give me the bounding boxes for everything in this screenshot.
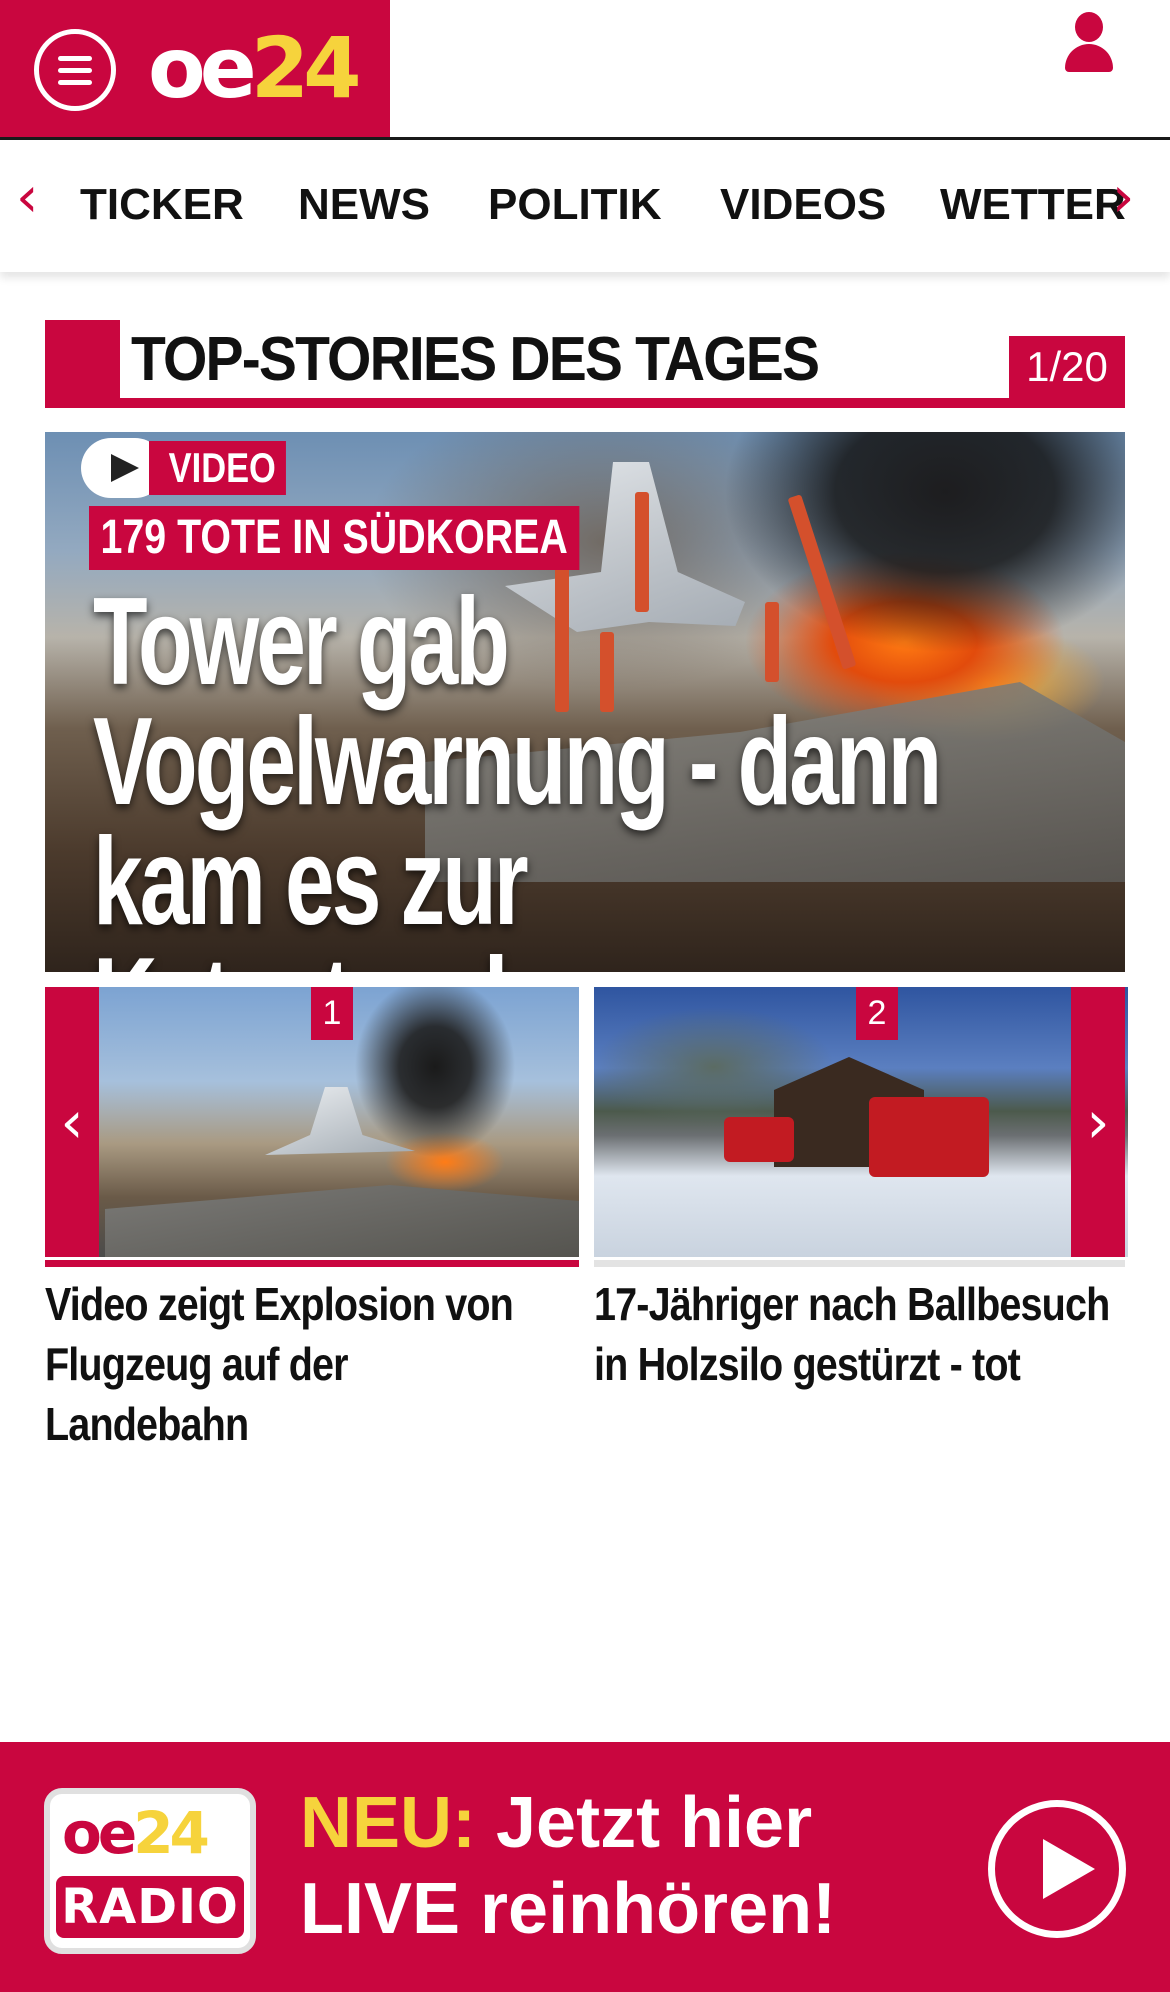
story-image-rubble — [105, 1185, 579, 1257]
play-icon[interactable] — [988, 1800, 1126, 1938]
story-number: 1 — [311, 987, 353, 1040]
menu-icon[interactable] — [34, 29, 116, 111]
nav-item-politik[interactable]: POLITIK — [488, 178, 662, 232]
story-title[interactable]: Video zeigt Explosion von Flugzeug auf d… — [45, 1274, 527, 1454]
section-marker — [45, 320, 120, 408]
nav-item-ticker[interactable]: TICKER — [80, 178, 244, 232]
active-story-indicator — [45, 1260, 579, 1267]
video-badge: VIDEO — [81, 438, 316, 498]
story-carousel: 1 2 ‹ › — [45, 987, 1128, 1257]
hero-kicker: 179 TOTE IN SÜDKOREA — [89, 506, 580, 570]
carousel-next-icon[interactable]: › — [1071, 987, 1125, 1257]
user-icon[interactable] — [1063, 12, 1115, 72]
story-image-truck — [869, 1097, 989, 1177]
section-underline — [45, 398, 1125, 408]
section-title: TOP-STORIES DES TAGES — [131, 325, 820, 394]
story-number: 2 — [856, 987, 898, 1040]
nav-scroll-right-icon[interactable]: › — [1112, 168, 1134, 228]
main-nav: ‹ TICKER NEWS POLITIK VIDEOS WETTER › — [0, 140, 1170, 272]
story-title[interactable]: 17-Jähriger nach Ballbesuch in Holzsilo … — [594, 1274, 1144, 1394]
nav-item-videos[interactable]: VIDEOS — [720, 178, 886, 232]
carousel-prev-icon[interactable]: ‹ — [45, 987, 99, 1257]
radio-banner[interactable]: oe24 RADIO NEU: Jetzt hier LIVE reinhöre… — [0, 1742, 1170, 1992]
section-header: TOP-STORIES DES TAGES 1/20 — [45, 320, 1125, 408]
oe24-logo[interactable]: oe24 — [148, 18, 362, 118]
hero-story[interactable]: VIDEO 179 TOTE IN SÜDKOREA Tower gab Vog… — [45, 432, 1125, 972]
brand-block: oe24 — [0, 0, 390, 137]
nav-item-news[interactable]: NEWS — [298, 178, 430, 232]
radio-headline: NEU: Jetzt hier — [300, 1783, 813, 1863]
story-image-truck — [724, 1117, 794, 1162]
inactive-story-indicator — [594, 1260, 1125, 1267]
story-image-plane — [265, 1087, 415, 1155]
story-card[interactable]: 2 — [594, 987, 1128, 1257]
header: oe24 — [0, 0, 1170, 140]
nav-item-wetter[interactable]: WETTER — [940, 178, 1126, 232]
nav-scroll-left-icon[interactable]: ‹ — [16, 168, 38, 228]
hero-headline: Tower gab Vogelwarnung - dann kam es zur… — [93, 573, 942, 972]
story-counter: 1/20 — [1009, 336, 1125, 398]
radio-logo: oe24 RADIO — [44, 1788, 256, 1954]
story-card[interactable]: 1 — [45, 987, 579, 1257]
radio-subline: LIVE reinhören! — [300, 1869, 837, 1949]
